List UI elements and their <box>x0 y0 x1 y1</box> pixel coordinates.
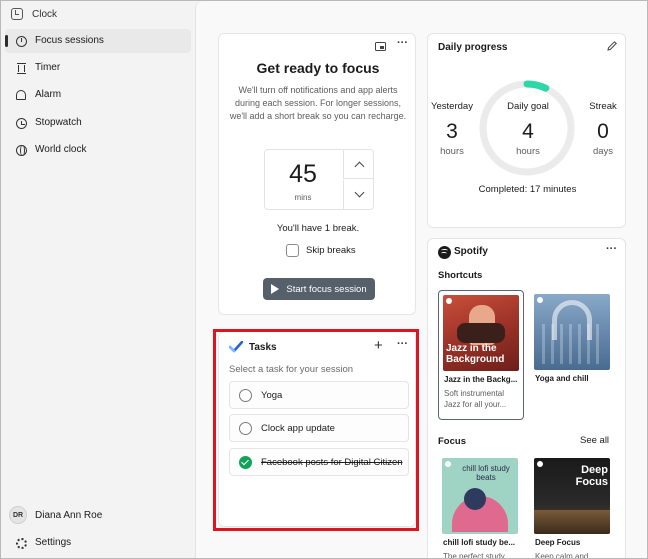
playlist-cover: chill lofi study beats <box>442 458 518 534</box>
sidebar-item-label: Timer <box>35 62 61 73</box>
start-focus-label: Start focus session <box>286 283 367 295</box>
playlist-title: chill lofi study be... <box>443 538 516 547</box>
sidebar-item-settings[interactable]: Settings <box>5 531 191 555</box>
task-label: Yoga <box>261 389 283 401</box>
globe-icon <box>15 144 27 156</box>
app-title: Clock <box>32 9 58 20</box>
playlist-tile[interactable]: Deep Focus Deep Focus Keep calm and... <box>530 454 616 559</box>
yesterday-label: Yesterday <box>431 101 473 112</box>
sidebar: Focus sessions Timer Alarm Stopwatch Wor… <box>1 27 195 558</box>
focus-title: Get ready to focus <box>256 60 380 76</box>
daily-progress-title: Daily progress <box>438 42 508 53</box>
user-name: Diana Ann Roe <box>35 509 103 521</box>
duration-stepper[interactable]: 45 mins <box>264 149 374 210</box>
task-label: Facebook posts for Digital Citizen <box>261 456 403 468</box>
playlist-cover-title: Jazz in the Background <box>446 343 505 365</box>
stopwatch-icon <box>15 117 27 129</box>
hourglass-icon <box>15 62 27 74</box>
break-info: You'll have 1 break. <box>276 223 360 234</box>
daily-goal-unit: hours <box>516 146 540 157</box>
playlist-description: Soft instrumental Jazz for all your... <box>444 389 507 409</box>
decrease-duration-button[interactable] <box>343 180 374 209</box>
streak-unit: days <box>592 146 614 157</box>
playlist-cover: Deep Focus <box>534 458 610 534</box>
playlist-description: The perfect study... <box>443 552 511 559</box>
playlist-title: Deep Focus <box>535 538 581 547</box>
playlist-cover: Jazz in the Background <box>443 295 519 371</box>
shortcuts-label: Shortcuts <box>438 270 483 281</box>
main-content: ··· Get ready to focus We'll turn off no… <box>195 1 647 558</box>
focus-section-label: Focus <box>438 436 466 447</box>
task-item[interactable]: Clock app update <box>229 414 409 442</box>
more-options-icon[interactable]: ··· <box>397 338 408 350</box>
sidebar-item-stopwatch[interactable]: Stopwatch <box>5 111 191 135</box>
sidebar-item-timer[interactable]: Timer <box>5 56 191 80</box>
tasks-title: Tasks <box>249 342 277 353</box>
see-all-link[interactable]: See all <box>580 435 609 446</box>
chevron-down-icon <box>354 187 364 198</box>
playlist-title: Jazz in the Backg... <box>444 375 518 384</box>
playlist-tile[interactable]: Yoga and chill <box>530 290 616 420</box>
spotify-logo-icon <box>438 246 451 259</box>
compact-view-icon[interactable] <box>375 42 386 51</box>
playlist-cover-title: Deep Focus <box>575 464 608 488</box>
tasks-hint: Select a task for your session <box>229 364 354 375</box>
start-focus-session-button[interactable]: Start focus session <box>263 278 375 300</box>
chevron-up-icon <box>354 161 364 171</box>
more-options-icon[interactable]: ··· <box>606 243 617 255</box>
tasks-card: Tasks + ··· Select a task for your sessi… <box>218 331 416 527</box>
more-options-icon[interactable]: ··· <box>397 37 408 49</box>
duration-unit: mins <box>294 193 312 202</box>
sidebar-item-label: Stopwatch <box>35 117 82 128</box>
spotify-title: Spotify <box>454 246 488 257</box>
increase-duration-button[interactable] <box>343 150 374 179</box>
playlist-cover <box>534 294 610 370</box>
skip-breaks-option[interactable]: Skip breaks <box>286 243 356 257</box>
streak-value: 0 <box>597 120 609 143</box>
playlist-cover-title: chill lofi study beats <box>462 464 510 482</box>
gear-icon <box>15 537 27 549</box>
todo-check-icon <box>229 341 243 353</box>
duration-value: 45 <box>289 160 317 188</box>
daily-goal-value: 4 <box>522 120 534 143</box>
spotify-card: Spotify ··· Shortcuts Jazz in the Backgr… <box>427 238 626 558</box>
play-icon <box>271 284 280 294</box>
bell-icon <box>15 89 27 101</box>
user-account[interactable]: DR Diana Ann Roe <box>9 505 102 525</box>
skip-breaks-label: Skip breaks <box>306 244 356 256</box>
sidebar-item-world-clock[interactable]: World clock <box>5 138 191 162</box>
playlist-tile[interactable]: chill lofi study beats chill lofi study … <box>438 454 524 559</box>
task-item[interactable]: Yoga <box>229 381 409 409</box>
sidebar-item-label: Focus sessions <box>35 35 104 46</box>
playlist-description: Keep calm and... <box>535 552 596 559</box>
sidebar-item-alarm[interactable]: Alarm <box>5 83 191 107</box>
clock-window: Clock ✕ Focus sessions Timer Alarm Stopw… <box>0 0 648 559</box>
task-item[interactable]: Facebook posts for Digital Citizen <box>229 448 409 476</box>
avatar: DR <box>9 506 27 524</box>
focus-icon <box>15 35 27 47</box>
task-completed-check-icon[interactable] <box>239 455 252 469</box>
clock-app-icon <box>11 8 23 20</box>
task-complete-radio[interactable] <box>239 388 252 402</box>
task-complete-radio[interactable] <box>239 421 252 435</box>
daily-goal-label: Daily goal <box>507 101 549 112</box>
sidebar-item-label: Alarm <box>35 89 62 100</box>
focus-description: We'll turn off notifications and app ale… <box>229 85 407 121</box>
playlist-tile[interactable]: Jazz in the Background Jazz in the Backg… <box>438 290 524 420</box>
edit-pencil-icon[interactable] <box>606 40 618 52</box>
skip-breaks-checkbox[interactable] <box>286 243 299 257</box>
task-label: Clock app update <box>261 422 335 434</box>
focus-setup-card: ··· Get ready to focus We'll turn off no… <box>218 33 416 315</box>
sidebar-item-label: World clock <box>35 144 87 155</box>
completed-time: Completed: 17 minutes <box>478 184 577 195</box>
yesterday-value: 3 <box>446 120 458 143</box>
streak-label: Streak <box>589 101 617 112</box>
sidebar-item-label: Settings <box>35 537 72 548</box>
sidebar-item-focus-sessions[interactable]: Focus sessions <box>5 29 191 53</box>
playlist-title: Yoga and chill <box>535 374 589 383</box>
yesterday-unit: hours <box>440 146 464 157</box>
add-task-icon[interactable]: + <box>374 337 383 354</box>
daily-progress-card: Daily progress Yesterday 3 hours Daily g… <box>427 33 626 228</box>
